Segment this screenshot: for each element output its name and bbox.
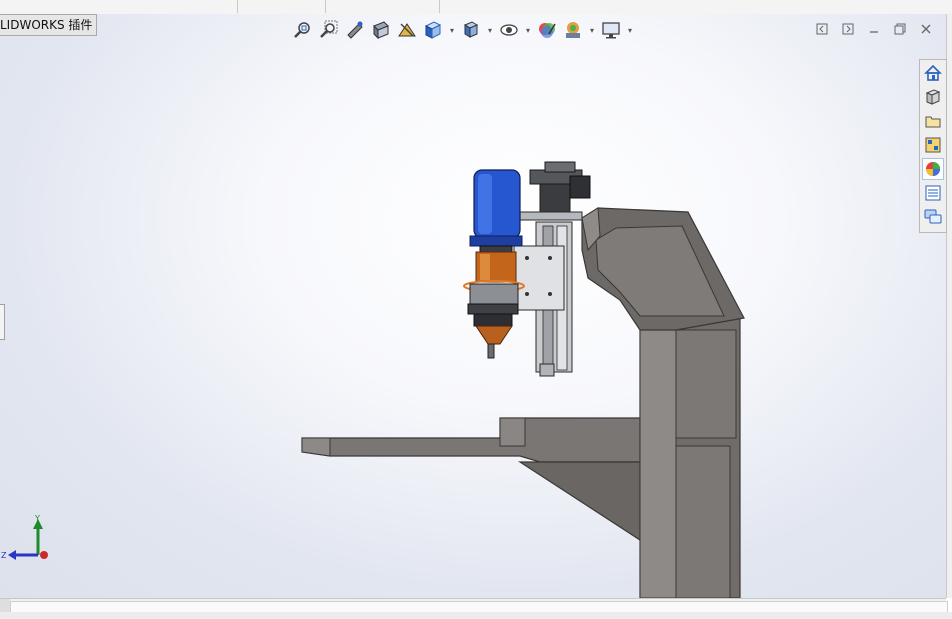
- dynamic-annotation-views-icon[interactable]: [396, 19, 418, 41]
- file-explorer-icon[interactable]: [922, 110, 944, 132]
- spindle-motor-assembly[interactable]: [463, 169, 525, 359]
- feature-tree-flyout-handle[interactable]: [0, 304, 5, 340]
- tab-label: LIDWORKS 插件: [0, 18, 93, 32]
- triad-y-label: Y: [34, 514, 40, 523]
- graphics-area[interactable]: Y Z: [0, 14, 946, 598]
- display-style-icon[interactable]: [460, 19, 482, 41]
- chevron-down-icon[interactable]: ▾: [626, 26, 634, 35]
- section-view-icon[interactable]: [370, 19, 392, 41]
- appearances-scenes-icon[interactable]: [922, 158, 944, 180]
- tab-solidworks-addins[interactable]: LIDWORKS 插件: [0, 14, 98, 36]
- view-settings-icon[interactable]: [600, 19, 622, 41]
- zoom-to-area-icon[interactable]: [318, 19, 340, 41]
- edit-appearance-icon[interactable]: [536, 19, 558, 41]
- apply-scene-icon[interactable]: [562, 19, 584, 41]
- chevron-down-icon[interactable]: ▾: [486, 26, 494, 35]
- design-library-icon[interactable]: [922, 86, 944, 108]
- restore-right-icon[interactable]: [841, 22, 855, 36]
- triad-z-label: Z: [1, 551, 7, 560]
- strip-segment: [0, 0, 238, 13]
- strip-segment: [325, 0, 440, 13]
- heads-up-view-toolbar: ▾ ▾ ▾ ▾ ▾: [292, 18, 634, 42]
- home-icon[interactable]: [922, 62, 944, 84]
- custom-properties-icon[interactable]: [922, 182, 944, 204]
- zoom-to-fit-icon[interactable]: [292, 19, 314, 41]
- chevron-down-icon[interactable]: ▾: [524, 26, 532, 35]
- scroll-left-button[interactable]: [0, 599, 10, 613]
- restore-left-icon[interactable]: [815, 22, 829, 36]
- restore-icon[interactable]: [893, 22, 907, 36]
- horizontal-scrollbar[interactable]: [0, 598, 948, 613]
- model-scene[interactable]: [0, 14, 946, 598]
- reference-triad[interactable]: Y Z: [0, 509, 60, 569]
- view-orientation-icon[interactable]: [422, 19, 444, 41]
- close-icon[interactable]: [919, 22, 933, 36]
- minimize-icon[interactable]: [867, 22, 881, 36]
- hide-show-items-icon[interactable]: [498, 19, 520, 41]
- chevron-down-icon[interactable]: ▾: [448, 26, 456, 35]
- forum-icon[interactable]: [922, 206, 944, 228]
- status-bar: [0, 612, 952, 619]
- linear-slide-assembly[interactable]: [513, 161, 591, 377]
- previous-view-icon[interactable]: [344, 19, 366, 41]
- view-palette-icon[interactable]: [922, 134, 944, 156]
- task-pane-tabs: [919, 59, 947, 233]
- viewport-window-controls: [815, 22, 933, 36]
- strip-segment: [237, 0, 326, 13]
- command-manager-strip: [0, 0, 952, 15]
- chevron-down-icon[interactable]: ▾: [588, 26, 596, 35]
